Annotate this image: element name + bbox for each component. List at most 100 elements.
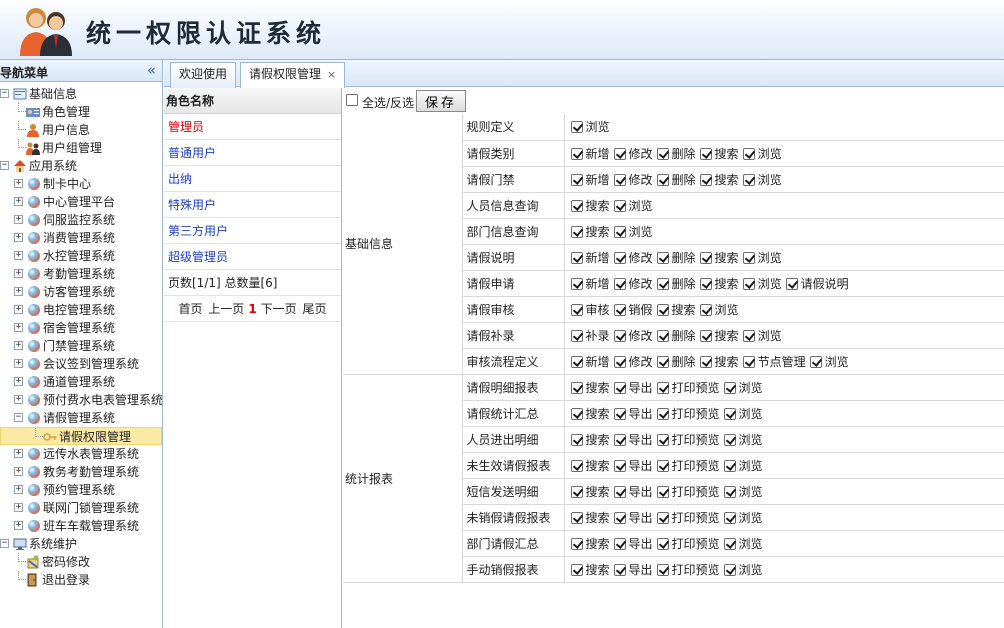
- permission-checkbox[interactable]: [723, 459, 736, 472]
- permission-checkbox[interactable]: [656, 303, 669, 316]
- permission-action[interactable]: 浏览: [723, 379, 763, 396]
- expand-icon[interactable]: +: [14, 341, 23, 350]
- permission-checkbox[interactable]: [570, 407, 583, 420]
- permission-action[interactable]: 打印预览: [656, 483, 720, 500]
- permission-checkbox[interactable]: [723, 563, 736, 576]
- permission-checkbox[interactable]: [613, 381, 626, 394]
- permission-action[interactable]: 修改: [613, 327, 653, 344]
- collapse-sidebar-icon[interactable]: «: [147, 61, 156, 79]
- permission-action[interactable]: 浏览: [742, 145, 782, 162]
- permission-checkbox[interactable]: [656, 511, 669, 524]
- permission-checkbox[interactable]: [742, 173, 755, 186]
- role-item[interactable]: 管理员: [164, 114, 341, 140]
- permission-action[interactable]: 打印预览: [656, 535, 720, 552]
- pager-first-link[interactable]: 首页: [178, 302, 202, 316]
- permission-checkbox[interactable]: [699, 173, 712, 186]
- permission-checkbox[interactable]: [613, 485, 626, 498]
- nav-item-19[interactable]: 请假权限管理: [0, 427, 162, 445]
- permission-checkbox[interactable]: [570, 277, 583, 290]
- permission-checkbox[interactable]: [699, 147, 712, 160]
- permission-action[interactable]: 浏览: [742, 249, 782, 266]
- permission-action[interactable]: 导出: [613, 405, 653, 422]
- nav-item-8[interactable]: + 消费管理系统: [0, 229, 162, 247]
- permission-action[interactable]: 浏览: [613, 197, 653, 214]
- nav-item-17[interactable]: + 预付费水电表管理系统: [0, 391, 162, 409]
- permission-action[interactable]: 请假说明: [785, 275, 849, 292]
- permission-checkbox[interactable]: [613, 199, 626, 212]
- nav-item-13[interactable]: + 宿舍管理系统: [0, 319, 162, 337]
- permission-checkbox[interactable]: [613, 251, 626, 264]
- permission-checkbox[interactable]: [656, 251, 669, 264]
- permission-checkbox[interactable]: [570, 433, 583, 446]
- permission-checkbox[interactable]: [656, 537, 669, 550]
- permission-checkbox[interactable]: [570, 329, 583, 342]
- permission-checkbox[interactable]: [742, 329, 755, 342]
- permission-checkbox[interactable]: [570, 121, 583, 134]
- permission-checkbox[interactable]: [742, 277, 755, 290]
- permission-action[interactable]: 补录: [570, 327, 610, 344]
- collapse-icon[interactable]: −: [0, 89, 9, 98]
- permission-action[interactable]: 删除: [656, 145, 696, 162]
- nav-item-6[interactable]: + 中心管理平台: [0, 193, 162, 211]
- tab-leave-permission[interactable]: 请假权限管理 ×: [240, 62, 346, 88]
- nav-item-16[interactable]: + 通道管理系统: [0, 373, 162, 391]
- nav-item-24[interactable]: + 班车车载管理系统: [0, 517, 162, 535]
- permission-action[interactable]: 浏览: [809, 353, 849, 370]
- permission-action[interactable]: 删除: [656, 353, 696, 370]
- permission-action[interactable]: 搜索: [570, 379, 610, 396]
- permission-action[interactable]: 导出: [613, 535, 653, 552]
- permission-checkbox[interactable]: [656, 459, 669, 472]
- permission-action[interactable]: 浏览: [613, 223, 653, 240]
- nav-item-20[interactable]: + 远传水表管理系统: [0, 445, 162, 463]
- role-item[interactable]: 普通用户: [164, 140, 341, 166]
- permission-checkbox[interactable]: [570, 563, 583, 576]
- permission-action[interactable]: 搜索: [570, 535, 610, 552]
- expand-icon[interactable]: +: [14, 467, 23, 476]
- permission-action[interactable]: 新增: [570, 249, 610, 266]
- permission-checkbox[interactable]: [723, 381, 736, 394]
- nav-item-26[interactable]: 密码修改: [0, 553, 162, 571]
- role-item[interactable]: 特殊用户: [164, 192, 341, 218]
- nav-item-15[interactable]: + 会议签到管理系统: [0, 355, 162, 373]
- permission-checkbox[interactable]: [723, 433, 736, 446]
- permission-action[interactable]: 导出: [613, 457, 653, 474]
- permission-action[interactable]: 搜索: [570, 483, 610, 500]
- expand-icon[interactable]: +: [14, 377, 23, 386]
- expand-icon[interactable]: +: [14, 305, 23, 314]
- permission-action[interactable]: 搜索: [570, 223, 610, 240]
- permission-checkbox[interactable]: [742, 355, 755, 368]
- permission-action[interactable]: 新增: [570, 145, 610, 162]
- permission-checkbox[interactable]: [723, 407, 736, 420]
- tab-welcome[interactable]: 欢迎使用: [170, 62, 237, 88]
- permission-action[interactable]: 打印预览: [656, 431, 720, 448]
- permission-checkbox[interactable]: [570, 459, 583, 472]
- permission-checkbox[interactable]: [613, 173, 626, 186]
- permission-checkbox[interactable]: [613, 277, 626, 290]
- collapse-icon[interactable]: −: [14, 413, 23, 422]
- permission-checkbox[interactable]: [613, 329, 626, 342]
- permission-action[interactable]: 导出: [613, 483, 653, 500]
- expand-icon[interactable]: +: [14, 503, 23, 512]
- permission-action[interactable]: 搜索: [570, 197, 610, 214]
- permission-action[interactable]: 搜索: [699, 145, 739, 162]
- permission-checkbox[interactable]: [656, 485, 669, 498]
- nav-item-14[interactable]: + 门禁管理系统: [0, 337, 162, 355]
- nav-item-1[interactable]: 角色管理: [0, 103, 162, 121]
- pager-next-link[interactable]: 下一页: [261, 302, 297, 316]
- permission-action[interactable]: 新增: [570, 353, 610, 370]
- permission-checkbox[interactable]: [613, 147, 626, 160]
- permission-action[interactable]: 浏览: [723, 431, 763, 448]
- permission-action[interactable]: 修改: [613, 249, 653, 266]
- permission-action[interactable]: 打印预览: [656, 457, 720, 474]
- permission-action[interactable]: 销假: [613, 301, 653, 318]
- permission-checkbox[interactable]: [613, 355, 626, 368]
- permission-checkbox[interactable]: [785, 277, 798, 290]
- permission-action[interactable]: 搜索: [570, 561, 610, 578]
- expand-icon[interactable]: +: [14, 233, 23, 242]
- expand-icon[interactable]: +: [14, 485, 23, 494]
- permission-action[interactable]: 打印预览: [656, 561, 720, 578]
- permission-action[interactable]: 浏览: [723, 457, 763, 474]
- permission-action[interactable]: 浏览: [723, 405, 763, 422]
- permission-checkbox[interactable]: [656, 563, 669, 576]
- permission-action[interactable]: 浏览: [742, 171, 782, 188]
